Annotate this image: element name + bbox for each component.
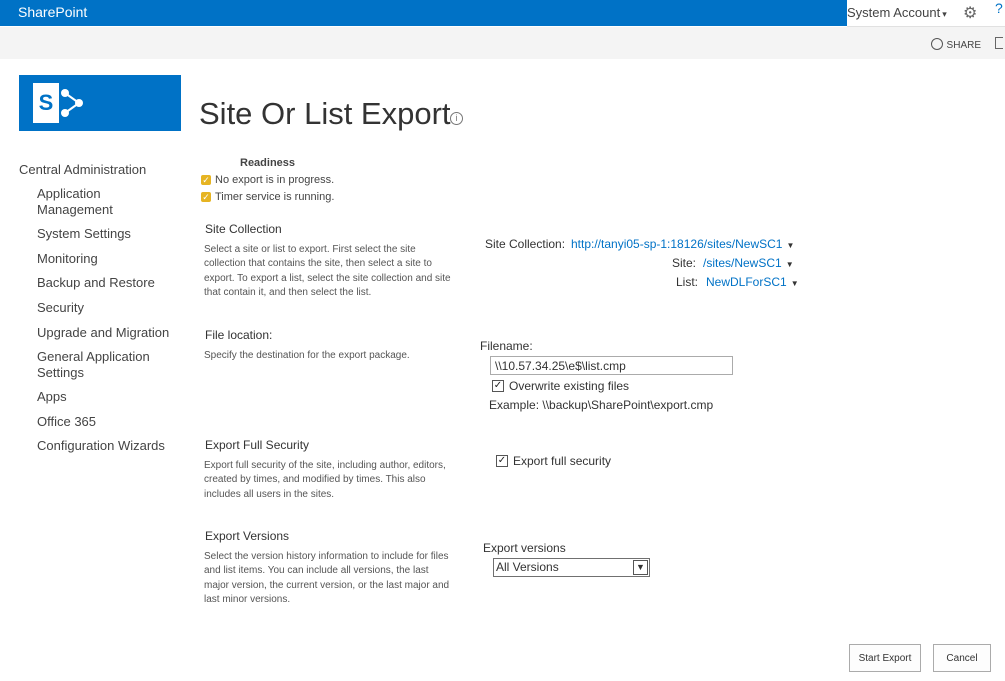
chevron-down-icon: ▼ bbox=[790, 279, 799, 288]
filename-input[interactable]: \\10.57.34.25\e$\list.cmp bbox=[490, 356, 733, 375]
readiness-item: ✓ Timer service is running. bbox=[201, 191, 334, 203]
ribbon: SHARE bbox=[0, 27, 1005, 59]
start-export-button[interactable]: Start Export bbox=[849, 644, 921, 672]
chevron-down-icon: ▼ bbox=[786, 241, 795, 250]
nav-item-upgrade-and-migration[interactable]: Upgrade and Migration bbox=[37, 325, 169, 341]
nav-item-office-365[interactable]: Office 365 bbox=[37, 414, 96, 430]
file-location-title: File location: bbox=[205, 328, 273, 342]
filename-label: Filename: bbox=[480, 339, 533, 353]
readiness-item: ✓ No export is in progress. bbox=[201, 174, 334, 186]
site-value: /sites/NewSC1 bbox=[703, 256, 782, 270]
brand-link[interactable]: SharePoint bbox=[18, 4, 87, 20]
security-title: Export Full Security bbox=[205, 438, 310, 452]
nav-central-administration[interactable]: Central Administration bbox=[19, 162, 146, 177]
security-description: Export full security of the site, includ… bbox=[204, 460, 446, 500]
export-versions-select[interactable]: All Versions ▼ bbox=[493, 558, 650, 577]
site-collection-value: http://tanyi05-sp-1:18126/sites/NewSC1 bbox=[571, 237, 783, 251]
export-versions-selected: All Versions bbox=[496, 560, 559, 574]
site-collection-label: Site Collection: bbox=[485, 237, 566, 251]
sharepoint-logo-graphic bbox=[61, 89, 83, 117]
file-location-description: Specify the destination for the export p… bbox=[204, 350, 410, 361]
chevron-down-icon: ▼ bbox=[785, 260, 794, 269]
export-full-security-checkbox[interactable]: ✓ bbox=[496, 455, 508, 467]
nav-item-monitoring[interactable]: Monitoring bbox=[37, 251, 98, 267]
sharepoint-logo-icon: S bbox=[33, 83, 59, 123]
check-icon: ✓ bbox=[201, 175, 211, 185]
cancel-button[interactable]: Cancel bbox=[933, 644, 991, 672]
page-title: Site Or List Export bbox=[199, 96, 451, 131]
nav-item-backup-and-restore[interactable]: Backup and Restore bbox=[37, 275, 155, 291]
versions-title: Export Versions bbox=[205, 529, 290, 543]
filename-example: Example: \\backup\SharePoint\export.cmp bbox=[489, 398, 714, 412]
nav-item-system-settings[interactable]: System Settings bbox=[37, 226, 131, 242]
overwrite-label: Overwrite existing files bbox=[509, 379, 630, 393]
nav-item-general-application-settings[interactable]: General Application Settings bbox=[37, 349, 157, 381]
check-icon: ✓ bbox=[201, 192, 211, 202]
readiness-text: No export is in progress. bbox=[215, 174, 335, 186]
site-collection-selector[interactable]: http://tanyi05-sp-1:18126/sites/NewSC1 ▼ bbox=[571, 237, 794, 251]
share-icon bbox=[930, 38, 943, 50]
share-label: SHARE bbox=[946, 40, 981, 51]
export-versions-label: Export versions bbox=[483, 541, 566, 555]
share-button[interactable]: SHARE bbox=[930, 38, 981, 51]
account-name: System Account bbox=[847, 5, 941, 20]
chevron-down-icon: ▾ bbox=[942, 9, 947, 19]
account-menu[interactable]: System Account ▾ bbox=[847, 5, 947, 20]
export-full-security-label: Export full security bbox=[513, 454, 612, 468]
account-area: System Account ▾ ⚙ ? bbox=[847, 0, 1005, 27]
readiness-text: Timer service is running. bbox=[215, 191, 335, 203]
info-icon[interactable]: i bbox=[450, 112, 463, 125]
readiness-title: Readiness bbox=[240, 157, 296, 169]
focus-icon[interactable] bbox=[995, 37, 1003, 49]
site-collection-description: Select a site or list to export. First s… bbox=[204, 244, 451, 299]
overwrite-checkbox[interactable]: ✓ bbox=[492, 380, 504, 392]
nav-item-apps[interactable]: Apps bbox=[37, 389, 67, 405]
help-icon[interactable]: ? bbox=[995, 0, 1003, 16]
nav-item-security[interactable]: Security bbox=[37, 300, 84, 316]
chevron-down-icon: ▼ bbox=[633, 560, 648, 575]
site-selector[interactable]: /sites/NewSC1 ▼ bbox=[703, 256, 794, 270]
site-collection-title: Site Collection bbox=[205, 222, 282, 236]
list-value: NewDLForSC1 bbox=[706, 275, 787, 289]
site-label: Site: bbox=[672, 256, 697, 270]
nav-item-application-management[interactable]: Application Management bbox=[37, 186, 147, 218]
nav-item-configuration-wizards[interactable]: Configuration Wizards bbox=[37, 438, 165, 454]
list-label: List: bbox=[676, 275, 699, 289]
sharepoint-logo[interactable]: S bbox=[19, 75, 181, 131]
list-selector[interactable]: NewDLForSC1 ▼ bbox=[706, 275, 799, 289]
gear-icon[interactable]: ⚙ bbox=[963, 3, 977, 23]
versions-description: Select the version history information t… bbox=[204, 551, 450, 606]
